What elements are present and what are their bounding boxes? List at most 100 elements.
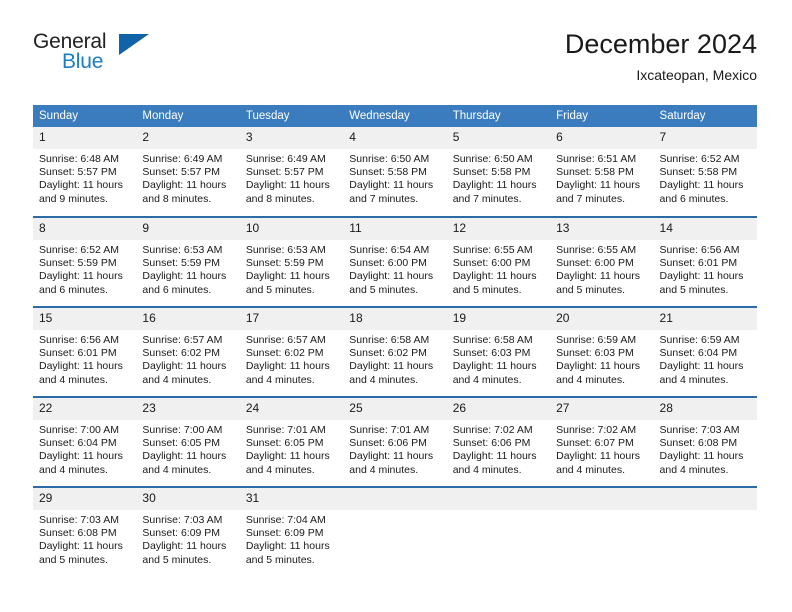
calendar-day-cell[interactable]: 16 Sunrise: 6:57 AM Sunset: 6:02 PM Dayligh… bbox=[136, 306, 240, 397]
calendar-day-cell[interactable]: 29 Sunrise: 7:03 AM Sunset: 6:08 PM Dayligh… bbox=[33, 486, 137, 577]
sunset-time: Sunset: 6:00 PM bbox=[349, 257, 427, 270]
calendar-day-cell[interactable]: 11 Sunrise: 6:54 AM Sunset: 6:00 PM Dayligh… bbox=[343, 216, 447, 307]
calendar-day-details: Sunrise: 7:01 AM Sunset: 6:06 PM Daylight:… bbox=[343, 420, 446, 477]
calendar-day-details: Sunrise: 6:51 AM Sunset: 5:58 PM Daylight:… bbox=[550, 149, 653, 206]
sunset-time: Sunset: 6:08 PM bbox=[39, 527, 117, 540]
general-blue-logo[interactable]: General Blue bbox=[33, 28, 213, 84]
sunset-time: Sunset: 6:09 PM bbox=[142, 527, 221, 540]
calendar-day-details: Sunrise: 7:02 AM Sunset: 6:07 PM Daylight:… bbox=[550, 420, 653, 477]
calendar-week-row: 1 Sunrise: 6:48 AM Sunset: 5:57 PM Daylight… bbox=[33, 127, 757, 217]
calendar-day-details: Sunrise: 6:48 AM Sunset: 5:57 PM Daylight:… bbox=[33, 149, 136, 206]
calendar-day-number: 2 bbox=[136, 127, 240, 149]
calendar-day-details: Sunrise: 6:57 AM Sunset: 6:02 PM Daylight:… bbox=[136, 330, 239, 387]
calendar-day-cell[interactable]: 27 Sunrise: 7:02 AM Sunset: 6:07 PM Dayligh… bbox=[550, 396, 654, 487]
sunset-time: Sunset: 5:57 PM bbox=[142, 166, 221, 179]
calendar-day-cell[interactable]: 31 Sunrise: 7:04 AM Sunset: 6:09 PM Dayligh… bbox=[239, 486, 344, 577]
sunrise-time: Sunrise: 6:49 AM bbox=[142, 153, 223, 165]
sunset-time: Sunset: 6:05 PM bbox=[142, 437, 221, 450]
calendar-day-details: Sunrise: 6:49 AM Sunset: 5:57 PM Daylight:… bbox=[240, 149, 343, 206]
sunrise-time: Sunrise: 6:53 AM bbox=[142, 244, 223, 256]
page-header: General Blue December 2024 Ixcateopan, M… bbox=[33, 28, 757, 90]
calendar-day-cell[interactable]: 18 Sunrise: 6:58 AM Sunset: 6:02 PM Dayligh… bbox=[343, 306, 447, 397]
sunset-time: Sunset: 6:06 PM bbox=[349, 437, 427, 450]
logo-text-blue: Blue bbox=[62, 50, 104, 73]
calendar-day-cell[interactable]: 5 Sunrise: 6:50 AM Sunset: 5:58 PM Daylight… bbox=[446, 127, 551, 217]
calendar-day-cell[interactable] bbox=[653, 486, 757, 577]
calendar-day-number: 29 bbox=[33, 488, 137, 510]
sunrise-time: Sunrise: 6:58 AM bbox=[452, 334, 533, 346]
weekday-header-saturday: Saturday bbox=[653, 105, 757, 127]
calendar-day-details: Sunrise: 6:50 AM Sunset: 5:58 PM Daylight:… bbox=[447, 149, 550, 206]
sunrise-time: Sunrise: 6:52 AM bbox=[39, 244, 119, 256]
calendar-day-number: 12 bbox=[446, 218, 551, 240]
sunrise-time: Sunrise: 6:57 AM bbox=[245, 334, 326, 346]
calendar-day-cell[interactable]: 20 Sunrise: 6:59 AM Sunset: 6:03 PM Dayligh… bbox=[550, 306, 654, 397]
calendar-day-cell[interactable] bbox=[446, 486, 551, 577]
daylight-duration-line1: Daylight: 11 hours bbox=[659, 179, 744, 192]
calendar-day-cell[interactable]: 1 Sunrise: 6:48 AM Sunset: 5:57 PM Daylight… bbox=[33, 127, 137, 217]
calendar-day-cell[interactable]: 19 Sunrise: 6:58 AM Sunset: 6:03 PM Dayligh… bbox=[446, 306, 551, 397]
calendar-body: 1 Sunrise: 6:48 AM Sunset: 5:57 PM Daylight… bbox=[33, 127, 757, 577]
daylight-duration-line2: and 7 minutes. bbox=[452, 192, 522, 205]
calendar-day-details: Sunrise: 7:02 AM Sunset: 6:06 PM Daylight:… bbox=[447, 420, 550, 477]
calendar-day-cell[interactable]: 21 Sunrise: 6:59 AM Sunset: 6:04 PM Dayligh… bbox=[653, 306, 757, 397]
calendar-day-cell[interactable]: 6 Sunrise: 6:51 AM Sunset: 5:58 PM Daylight… bbox=[550, 127, 654, 217]
calendar-day-number: 28 bbox=[653, 398, 757, 420]
calendar-day-cell[interactable]: 25 Sunrise: 7:01 AM Sunset: 6:06 PM Dayligh… bbox=[343, 396, 447, 487]
sunrise-time: Sunrise: 6:59 AM bbox=[556, 334, 637, 346]
daylight-duration-line1: Daylight: 11 hours bbox=[39, 360, 123, 373]
calendar-day-cell[interactable]: 23 Sunrise: 7:00 AM Sunset: 6:05 PM Dayligh… bbox=[136, 396, 240, 487]
daylight-duration-line1: Daylight: 11 hours bbox=[245, 540, 330, 553]
sunset-time: Sunset: 6:07 PM bbox=[556, 437, 634, 450]
calendar-day-cell[interactable]: 13 Sunrise: 6:55 AM Sunset: 6:00 PM Dayligh… bbox=[550, 216, 654, 307]
calendar-day-cell[interactable]: 7 Sunrise: 6:52 AM Sunset: 5:58 PM Daylight… bbox=[653, 127, 757, 217]
calendar-day-number: 6 bbox=[550, 127, 654, 149]
calendar-day-number: 4 bbox=[343, 127, 447, 149]
daylight-duration-line2: and 4 minutes. bbox=[556, 373, 625, 386]
daylight-duration-line2: and 6 minutes. bbox=[659, 192, 729, 205]
calendar-day-details bbox=[343, 510, 446, 514]
sunrise-time: Sunrise: 6:54 AM bbox=[349, 244, 430, 256]
calendar-day-number: 25 bbox=[343, 398, 447, 420]
calendar-day-number: 30 bbox=[136, 488, 240, 510]
calendar-day-cell[interactable]: 3 Sunrise: 6:49 AM Sunset: 5:57 PM Daylight… bbox=[239, 127, 344, 217]
daylight-duration-line2: and 4 minutes. bbox=[245, 463, 315, 476]
calendar-day-cell[interactable]: 8 Sunrise: 6:52 AM Sunset: 5:59 PM Daylight… bbox=[33, 216, 137, 307]
daylight-duration-line1: Daylight: 11 hours bbox=[659, 450, 744, 463]
daylight-duration-line2: and 4 minutes. bbox=[349, 463, 419, 476]
calendar-day-details: Sunrise: 6:59 AM Sunset: 6:03 PM Daylight:… bbox=[550, 330, 653, 387]
calendar-day-cell[interactable] bbox=[550, 486, 654, 577]
calendar-day-cell[interactable]: 24 Sunrise: 7:01 AM Sunset: 6:05 PM Dayligh… bbox=[239, 396, 344, 487]
daylight-duration-line1: Daylight: 11 hours bbox=[659, 270, 744, 283]
calendar-day-number: 15 bbox=[33, 308, 137, 330]
calendar-day-cell[interactable]: 4 Sunrise: 6:50 AM Sunset: 5:58 PM Daylight… bbox=[343, 127, 447, 217]
calendar-day-cell[interactable] bbox=[343, 486, 447, 577]
sunrise-time: Sunrise: 6:55 AM bbox=[452, 244, 533, 256]
calendar-day-cell[interactable]: 15 Sunrise: 6:56 AM Sunset: 6:01 PM Dayligh… bbox=[33, 306, 137, 397]
calendar-day-cell[interactable]: 28 Sunrise: 7:03 AM Sunset: 6:08 PM Dayligh… bbox=[653, 396, 757, 487]
calendar-day-cell[interactable]: 30 Sunrise: 7:03 AM Sunset: 6:09 PM Dayligh… bbox=[136, 486, 240, 577]
sunset-time: Sunset: 5:59 PM bbox=[39, 257, 117, 270]
daylight-duration-line1: Daylight: 11 hours bbox=[452, 179, 537, 192]
sunset-time: Sunset: 6:01 PM bbox=[39, 347, 117, 360]
calendar-day-cell[interactable]: 17 Sunrise: 6:57 AM Sunset: 6:02 PM Dayligh… bbox=[239, 306, 344, 397]
daylight-duration-line1: Daylight: 11 hours bbox=[659, 360, 744, 373]
calendar-day-cell[interactable]: 14 Sunrise: 6:56 AM Sunset: 6:01 PM Dayligh… bbox=[653, 216, 757, 307]
calendar-day-cell[interactable]: 9 Sunrise: 6:53 AM Sunset: 5:59 PM Daylight… bbox=[136, 216, 240, 307]
daylight-duration-line2: and 8 minutes. bbox=[245, 192, 315, 205]
daylight-duration-line1: Daylight: 11 hours bbox=[142, 270, 227, 283]
calendar-day-number bbox=[343, 488, 447, 510]
sunset-time: Sunset: 6:02 PM bbox=[142, 347, 221, 360]
daylight-duration-line1: Daylight: 11 hours bbox=[452, 270, 537, 283]
daylight-duration-line2: and 4 minutes. bbox=[659, 373, 729, 386]
calendar-day-cell[interactable]: 26 Sunrise: 7:02 AM Sunset: 6:06 PM Dayligh… bbox=[446, 396, 551, 487]
calendar-day-details: Sunrise: 7:04 AM Sunset: 6:09 PM Daylight:… bbox=[240, 510, 343, 567]
calendar-day-cell[interactable]: 10 Sunrise: 6:53 AM Sunset: 5:59 PM Dayligh… bbox=[239, 216, 344, 307]
calendar-day-details bbox=[447, 510, 550, 514]
calendar-day-cell[interactable]: 12 Sunrise: 6:55 AM Sunset: 6:00 PM Dayligh… bbox=[446, 216, 551, 307]
calendar-day-number: 21 bbox=[653, 308, 757, 330]
weekday-header-tuesday: Tuesday bbox=[239, 105, 344, 127]
calendar-day-cell[interactable]: 22 Sunrise: 7:00 AM Sunset: 6:04 PM Dayligh… bbox=[33, 396, 137, 487]
calendar-day-details: Sunrise: 7:00 AM Sunset: 6:05 PM Daylight:… bbox=[136, 420, 239, 477]
calendar-day-cell[interactable]: 2 Sunrise: 6:49 AM Sunset: 5:57 PM Daylight… bbox=[136, 127, 240, 217]
